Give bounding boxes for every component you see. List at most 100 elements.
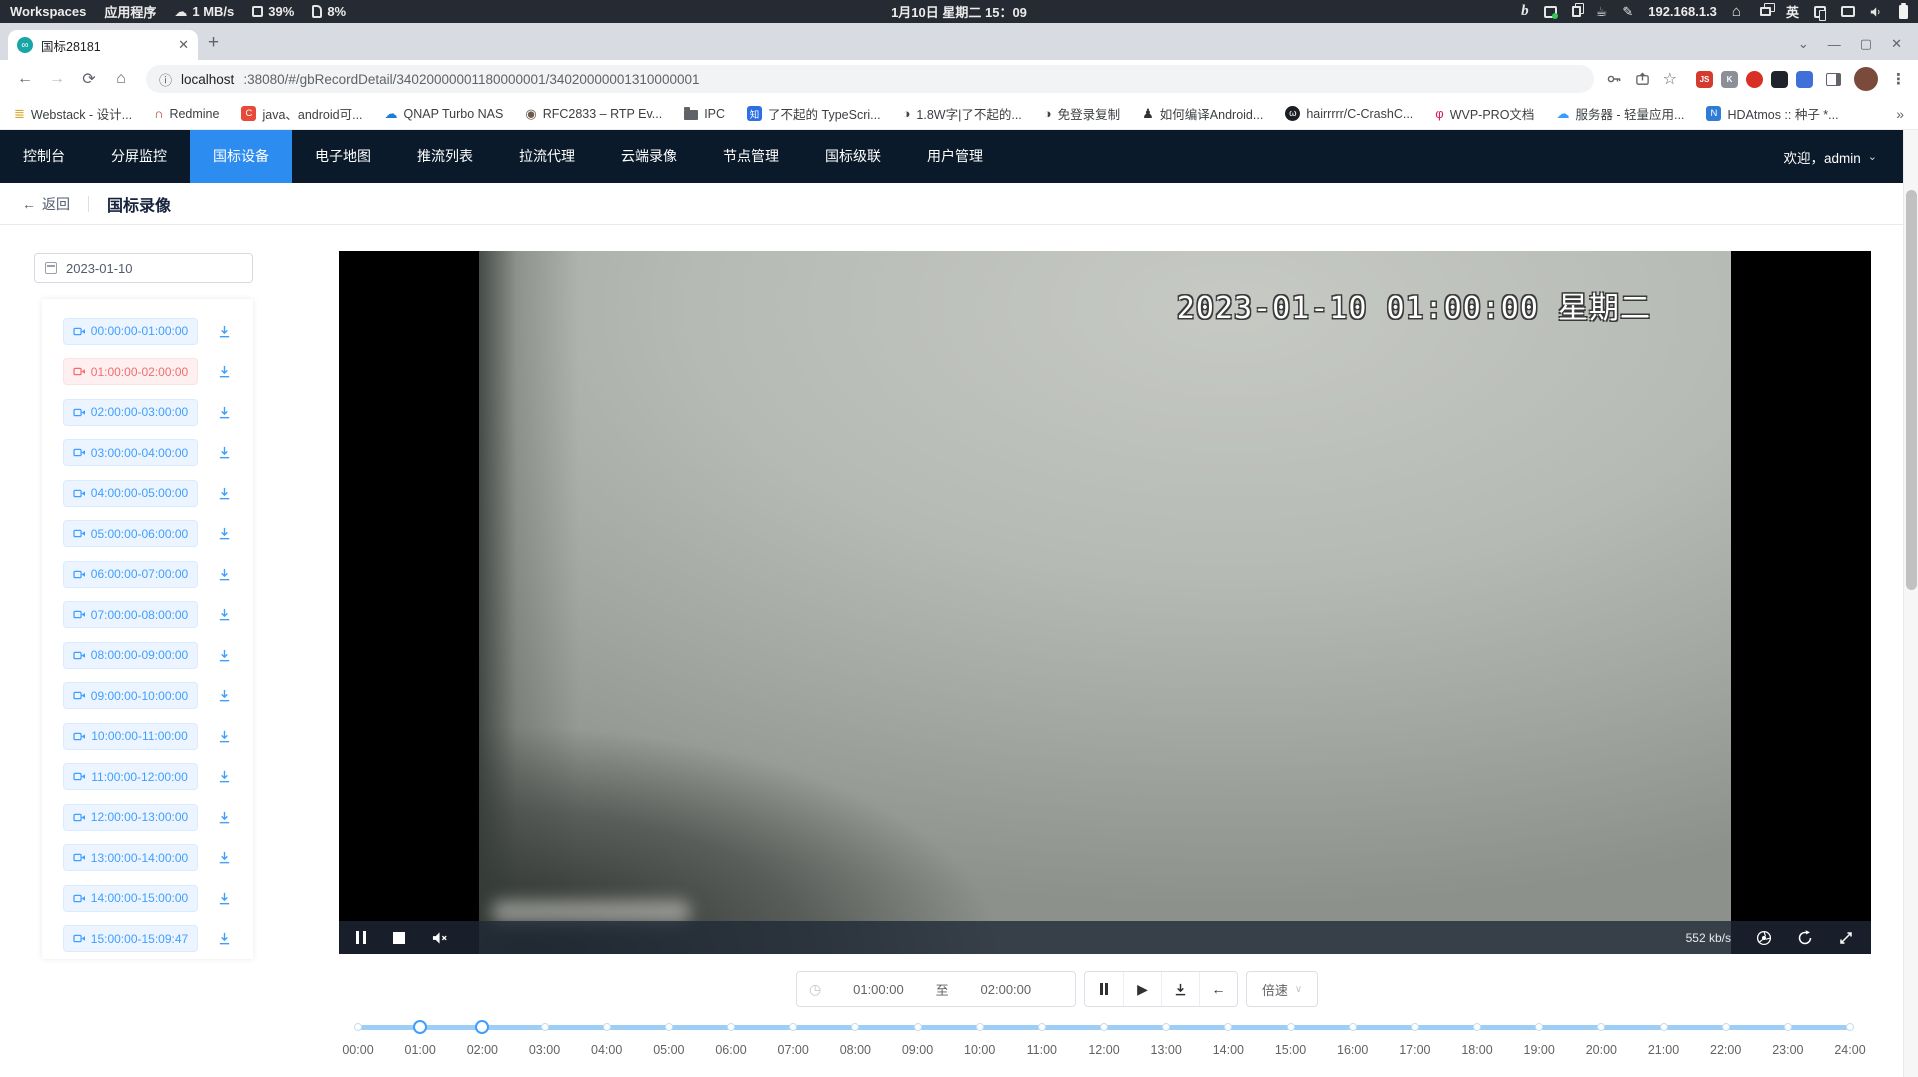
display-tray-icon[interactable] xyxy=(1841,6,1855,17)
extension-icon[interactable]: JS xyxy=(1696,71,1713,88)
snapshot-icon[interactable] xyxy=(1756,930,1772,946)
record-download-button[interactable] xyxy=(217,729,232,744)
back-button[interactable]: ← xyxy=(12,70,38,88)
nav-item-5[interactable]: 推流列表 xyxy=(394,130,496,183)
fullscreen-icon[interactable] xyxy=(1838,930,1854,946)
timeline-tick-dot[interactable] xyxy=(354,1023,362,1031)
bookmarks-overflow-icon[interactable]: » xyxy=(1896,106,1904,122)
site-info-icon[interactable]: ⓘ xyxy=(159,70,172,89)
download-button[interactable] xyxy=(1161,972,1199,1006)
timeline-handle[interactable] xyxy=(413,1020,427,1034)
video-player[interactable]: 2023-01-10 01:00:00 星期二 552 kb/s xyxy=(339,251,1871,954)
tab-search-icon[interactable]: ⌄ xyxy=(1798,36,1809,52)
bookmark-item[interactable]: ♟如何编译Android... xyxy=(1142,104,1263,123)
record-download-button[interactable] xyxy=(217,769,232,784)
profile-avatar[interactable] xyxy=(1854,67,1878,91)
extension-icon[interactable] xyxy=(1796,71,1813,88)
bookmark-item[interactable]: ◉RFC2833 – RTP Ev... xyxy=(525,104,662,123)
tab-close-icon[interactable]: ✕ xyxy=(178,37,189,53)
record-download-button[interactable] xyxy=(217,931,232,946)
record-time-button[interactable]: 13:00:00-14:00:00 xyxy=(63,844,198,871)
nav-item-9[interactable]: 国标级联 xyxy=(802,130,904,183)
nav-item-6[interactable]: 拉流代理 xyxy=(496,130,598,183)
system-clock[interactable]: 1月10日 星期二 15：09 xyxy=(891,2,1027,21)
window-close-icon[interactable]: ✕ xyxy=(1891,36,1902,52)
battery-icon[interactable] xyxy=(1899,5,1908,19)
nav-item-1[interactable]: 控制台 xyxy=(0,130,88,183)
timeline-tick-dot[interactable] xyxy=(1287,1023,1295,1031)
timeline-tick-dot[interactable] xyxy=(851,1023,859,1031)
timeline-tick-dot[interactable] xyxy=(1038,1023,1046,1031)
record-download-button[interactable] xyxy=(217,567,232,582)
record-download-button[interactable] xyxy=(217,405,232,420)
timeline-tick-dot[interactable] xyxy=(789,1023,797,1031)
bookmark-item[interactable]: ☁QNAP Turbo NAS xyxy=(385,104,504,123)
record-time-button[interactable]: 12:00:00-13:00:00 xyxy=(63,804,198,831)
bookmark-item[interactable]: ∩Redmine xyxy=(154,104,219,123)
record-download-button[interactable] xyxy=(217,324,232,339)
nav-item-8[interactable]: 节点管理 xyxy=(700,130,802,183)
password-key-icon[interactable] xyxy=(1606,71,1622,87)
timeline-tick-dot[interactable] xyxy=(1660,1023,1668,1031)
timeline-tick-dot[interactable] xyxy=(914,1023,922,1031)
record-download-button[interactable] xyxy=(217,850,232,865)
timeline-track[interactable] xyxy=(358,1025,1850,1030)
record-time-button[interactable]: 15:00:00-15:09:47 xyxy=(63,925,198,952)
record-time-button[interactable]: 09:00:00-10:00:00 xyxy=(63,682,198,709)
ip-address-indicator[interactable]: 192.168.1.3 xyxy=(1648,4,1717,19)
refresh-icon[interactable] xyxy=(1797,930,1813,946)
stop-icon[interactable] xyxy=(393,932,405,944)
nav-item-10[interactable]: 用户管理 xyxy=(904,130,1006,183)
record-download-button[interactable] xyxy=(217,526,232,541)
bookmark-item[interactable]: ◑免登录复制 xyxy=(1044,104,1120,123)
timeline-tick-dot[interactable] xyxy=(1535,1023,1543,1031)
record-time-button[interactable]: 00:00:00-01:00:00 xyxy=(63,318,198,345)
record-time-button[interactable]: 14:00:00-15:00:00 xyxy=(63,885,198,912)
record-download-button[interactable] xyxy=(217,607,232,622)
timeline-tick-dot[interactable] xyxy=(727,1023,735,1031)
timeline-tick-dot[interactable] xyxy=(665,1023,673,1031)
bookmark-item[interactable]: NHDAtmos :: 种子 *... xyxy=(1706,104,1838,123)
pause-button[interactable] xyxy=(1085,972,1123,1006)
mute-icon[interactable] xyxy=(432,931,449,945)
window-minimize-icon[interactable]: — xyxy=(1828,37,1841,52)
timeline-tick-dot[interactable] xyxy=(1597,1023,1605,1031)
clipboard-tray-icon[interactable] xyxy=(1572,6,1581,17)
bookmark-item[interactable]: φWVP-PRO文档 xyxy=(1435,104,1534,123)
forward-button[interactable]: → xyxy=(44,70,70,88)
timeline-tick-dot[interactable] xyxy=(1100,1023,1108,1031)
record-time-button[interactable]: 01:00:00-02:00:00 xyxy=(63,358,198,385)
bookmark-item[interactable]: IPC xyxy=(684,104,725,123)
pause-icon[interactable] xyxy=(356,931,366,944)
share-icon[interactable] xyxy=(1635,72,1650,87)
home-tray-icon[interactable]: ⌂ xyxy=(1732,4,1741,19)
home-button[interactable]: ⌂ xyxy=(108,70,134,88)
browser-tab[interactable]: ∞ 国标28181 ✕ xyxy=(8,30,198,60)
start-time-value[interactable]: 01:00:00 xyxy=(821,982,935,997)
nav-item-7[interactable]: 云端录像 xyxy=(598,130,700,183)
seek-back-button[interactable]: ← xyxy=(1199,972,1237,1006)
bookmark-item[interactable]: ≣Webstack - 设计... xyxy=(14,104,132,123)
timeline-tick-dot[interactable] xyxy=(1784,1023,1792,1031)
bookmark-item[interactable]: ωhairrrrr/C-CrashC... xyxy=(1285,104,1413,123)
phone-link-tray-icon[interactable] xyxy=(1814,6,1826,18)
record-download-button[interactable] xyxy=(217,364,232,379)
record-time-button[interactable]: 04:00:00-05:00:00 xyxy=(63,480,198,507)
scrollbar-thumb[interactable] xyxy=(1906,190,1917,590)
speed-dropdown[interactable]: 倍速 ∨ xyxy=(1246,971,1318,1007)
record-download-button[interactable] xyxy=(217,486,232,501)
timeline-tick-dot[interactable] xyxy=(1411,1023,1419,1031)
timeline-tick-dot[interactable] xyxy=(1162,1023,1170,1031)
timeline-handle[interactable] xyxy=(475,1020,489,1034)
record-time-button[interactable]: 02:00:00-03:00:00 xyxy=(63,399,198,426)
timeline-tick-dot[interactable] xyxy=(541,1023,549,1031)
record-time-button[interactable]: 08:00:00-09:00:00 xyxy=(63,642,198,669)
record-download-button[interactable] xyxy=(217,891,232,906)
bookmark-item[interactable]: ◑1.8W字|了不起的... xyxy=(903,104,1022,123)
end-time-value[interactable]: 02:00:00 xyxy=(949,982,1063,997)
nav-item-3[interactable]: 国标设备 xyxy=(190,130,292,183)
coffee-tray-icon[interactable]: ☕ xyxy=(1596,5,1608,18)
record-download-button[interactable] xyxy=(217,688,232,703)
time-range-picker[interactable]: ◷ 01:00:00 至 02:00:00 xyxy=(796,971,1076,1007)
bing-tray-icon[interactable]: b xyxy=(1521,4,1529,19)
